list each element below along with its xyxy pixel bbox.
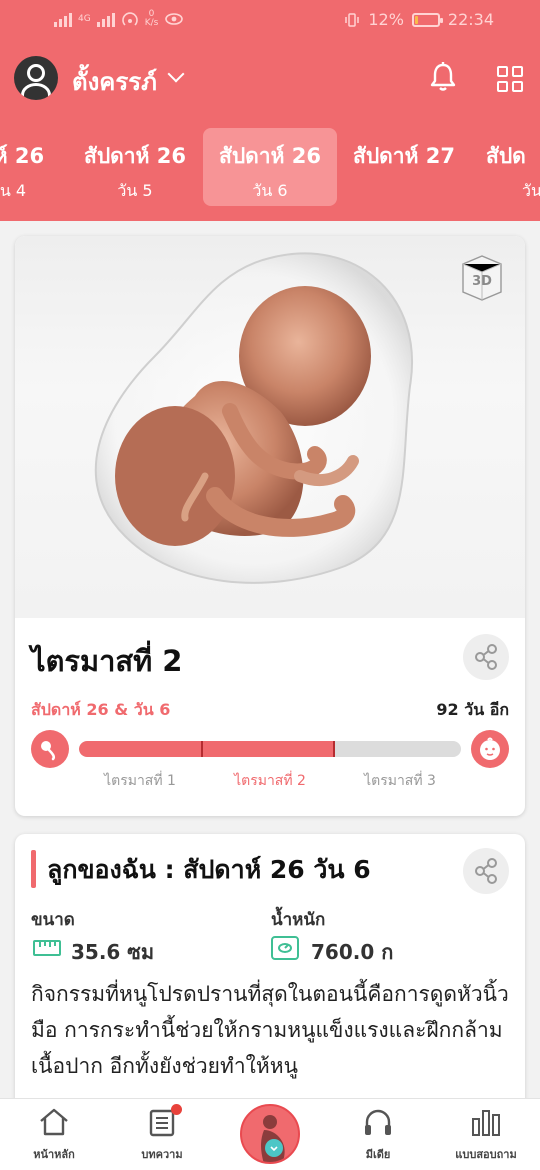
network-speed-unit: K/s	[144, 18, 159, 28]
embryo-icon	[31, 730, 69, 768]
fetus-illustration	[94, 252, 413, 584]
status-right: 12% 22:34	[344, 10, 494, 29]
signal-icon	[54, 11, 72, 27]
baby-face-icon	[471, 730, 509, 768]
progress-fill	[79, 741, 335, 757]
status-bar: 4G 0 K/s 12% 22:34	[0, 0, 540, 40]
share-button[interactable]	[463, 848, 509, 894]
title-accent-bar	[31, 850, 36, 888]
size-value: 35.6 ซม	[71, 940, 155, 964]
headphones-icon	[365, 1109, 391, 1135]
battery-percent: 12%	[368, 10, 404, 29]
bar-chart-icon	[472, 1110, 500, 1136]
tab-media[interactable]: มีเดีย	[324, 1099, 432, 1170]
current-week-day: สัปดาห์ 26 & วัน 6	[31, 700, 171, 719]
view-3d-icon[interactable]: 3D	[457, 254, 507, 302]
week-tab-day: วัน 6	[252, 181, 288, 200]
pregnancy-progress-bar	[79, 741, 461, 757]
baby-info-card: ลูกของฉัน : สัปดาห์ 26 วัน 6 ขนาด 35.6 ซ…	[15, 834, 525, 1134]
week-selector: าห์ 26 ัน 4 สัปดาห์ 26 วัน 5 สัปดาห์ 26 …	[0, 128, 540, 208]
chevron-down-icon[interactable]	[167, 65, 185, 83]
signal-icon-2	[96, 11, 115, 27]
tab-home-label: หน้าหลัก	[33, 1148, 75, 1161]
baby-card-title: ลูกของฉัน : สัปดาห์ 26 วัน 6	[47, 855, 371, 884]
pregnancy-card: 3D ไตรมาสที่ 2 สัปดาห์ 26 & วัน 6 92 วัน…	[15, 236, 525, 816]
network-type: 4G	[78, 13, 91, 24]
trimester-label-active: ไตรมาสที่ 2	[234, 773, 306, 789]
week-tab[interactable]: สัปด วัน	[472, 128, 540, 206]
week-tab-active[interactable]: สัปดาห์ 26 วัน 6	[203, 128, 337, 206]
trimester-label: ไตรมาสที่ 1	[104, 773, 176, 789]
status-time: 22:34	[447, 10, 494, 29]
baby-description: กิจกรรมที่หนูโปรดปรานที่สุดในตอนนี้คือกา…	[31, 982, 509, 1078]
notification-badge	[171, 1104, 182, 1115]
week-tab-label: สัปดาห์ 27	[353, 144, 455, 168]
tab-articles[interactable]: บทความ	[108, 1099, 216, 1170]
avatar-head	[27, 64, 45, 82]
trimester-label: ไตรมาสที่ 3	[364, 773, 436, 789]
network-speed: 0 K/s	[145, 10, 159, 28]
trimester-title: ไตรมาสที่ 2	[31, 644, 183, 678]
vibrate-icon	[345, 12, 360, 27]
top-header-area: 4G 0 K/s 12% 22:34 ตั้งครรภ์ ห์ 26 ัน 4 …	[0, 0, 540, 221]
weight-value: 760.0 ก	[311, 940, 394, 964]
trimester-divider	[201, 741, 203, 757]
week-tab-label: สัปดาห์ 26	[84, 144, 186, 168]
scale-icon	[271, 936, 299, 960]
trimester-divider	[333, 741, 335, 757]
share-icon	[475, 644, 497, 670]
size-label: ขนาด	[31, 910, 75, 930]
battery-icon	[411, 12, 443, 27]
status-left: 4G 0 K/s	[54, 10, 184, 28]
pregnancy-center-button[interactable]	[240, 1104, 300, 1164]
hotspot-icon	[121, 12, 138, 26]
tab-quiz[interactable]: แบบสอบถาม	[432, 1099, 540, 1170]
tab-home[interactable]: หน้าหลัก	[0, 1099, 108, 1170]
share-button[interactable]	[463, 634, 509, 680]
tab-media-label: มีเดีย	[365, 1148, 391, 1161]
week-tab[interactable]: สัปดาห์ 27	[337, 128, 471, 206]
grid-menu-icon[interactable]	[497, 66, 523, 92]
svg-text:3D: 3D	[472, 274, 492, 289]
days-remaining: 92 วัน อีก	[436, 700, 509, 719]
profile-name[interactable]: ตั้งครรภ์	[72, 62, 157, 101]
bell-icon[interactable]	[430, 62, 456, 92]
week-tab-day: วัน 5	[117, 181, 153, 200]
battery-level	[414, 15, 418, 24]
tab-quiz-label: แบบสอบถาม	[455, 1148, 517, 1161]
week-tab-label: สัปด	[486, 144, 526, 168]
week-tab-day: วัน	[522, 181, 540, 200]
share-icon	[475, 858, 497, 884]
fetus-image[interactable]: 3D	[15, 236, 525, 618]
avatar[interactable]	[14, 56, 58, 100]
avatar-body	[21, 83, 51, 100]
app-header: ตั้งครรภ์	[0, 52, 540, 106]
tab-articles-label: บทความ	[141, 1148, 183, 1161]
eye-icon	[165, 13, 184, 25]
weight-label: น้ำหนัก	[271, 910, 326, 930]
week-tab-label: สัปดาห์ 26	[219, 144, 321, 168]
week-tab[interactable]: สัปดาห์ 26 วัน 5	[68, 128, 202, 206]
ruler-icon	[33, 940, 61, 956]
home-icon	[40, 1108, 68, 1136]
